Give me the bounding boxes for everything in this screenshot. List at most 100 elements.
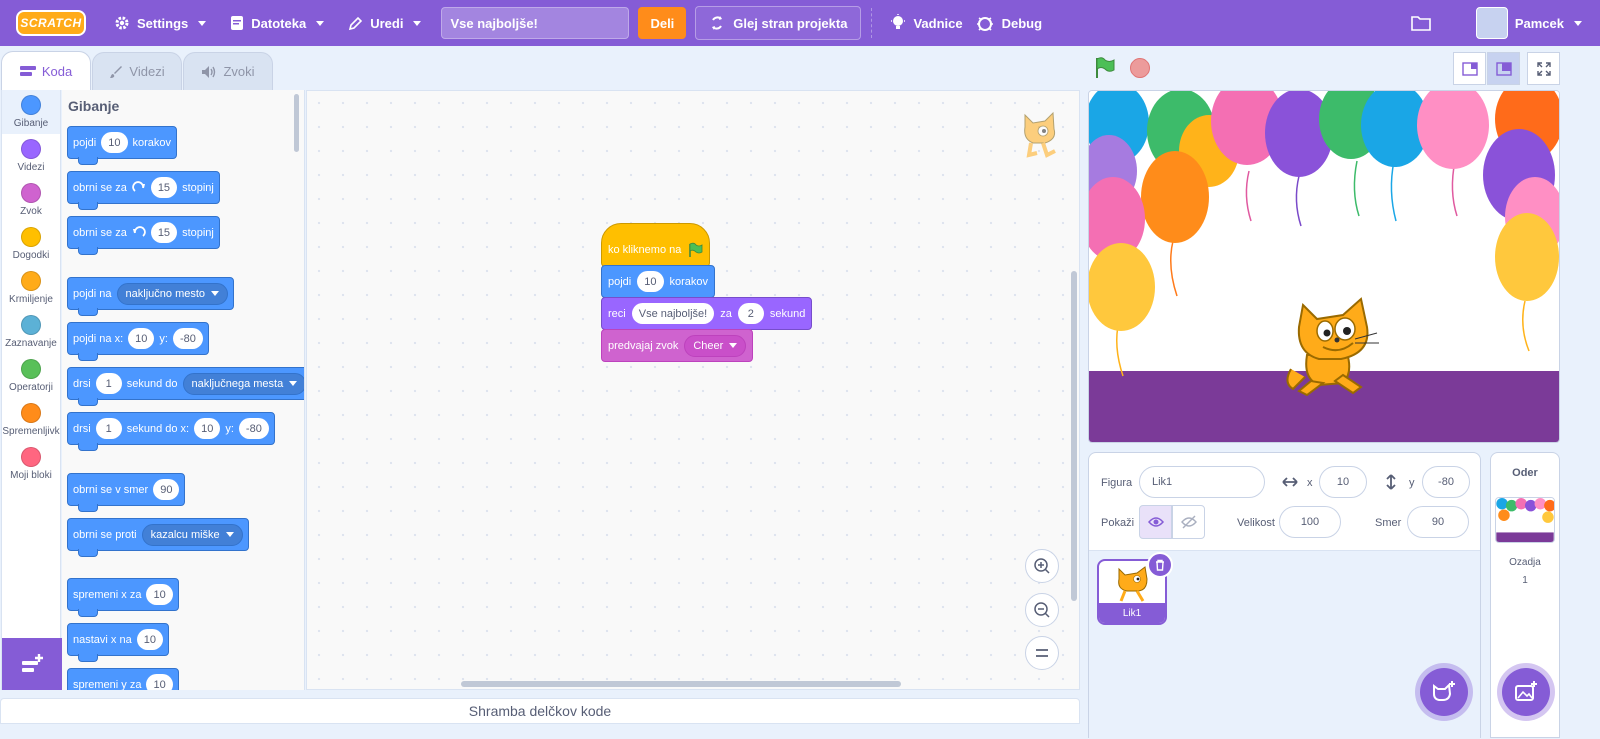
x-position-value: 10 (1336, 476, 1350, 488)
block-input[interactable]: 10 (637, 271, 664, 292)
my-stuff-button[interactable] (1398, 0, 1444, 46)
block-text: y: (159, 332, 168, 345)
block-move-steps[interactable]: pojdi 10 korakov (601, 265, 716, 298)
category-sensing[interactable]: Zaznavanje (2, 310, 60, 354)
category-looks[interactable]: Videzi (2, 134, 60, 178)
project-title-input[interactable] (441, 7, 630, 39)
share-button[interactable]: Deli (638, 7, 687, 39)
add-backdrop-button[interactable] (1502, 668, 1550, 716)
category-operators[interactable]: Operatorji (2, 354, 60, 398)
block-text: obrni se za (73, 181, 127, 194)
account-menu[interactable]: Pamcek (1464, 0, 1594, 46)
block-input[interactable]: Vse najboljše! (631, 303, 715, 324)
stop-button[interactable] (1130, 58, 1150, 78)
dropdown-value: naključnega mesta (191, 377, 284, 390)
block-input[interactable]: 10 (194, 418, 221, 439)
backpack-bar[interactable]: Shramba delčkov kode (0, 698, 1080, 724)
direction-field[interactable]: 90 (1407, 506, 1469, 538)
tutorials-menu[interactable]: Vadnice (878, 0, 974, 46)
show-sprite-button[interactable] (1139, 505, 1172, 539)
hide-sprite-button[interactable] (1172, 505, 1205, 539)
category-my-blocks[interactable]: Moji bloki (2, 442, 60, 486)
block-go-to[interactable]: pojdi na naključno mesto (67, 277, 235, 316)
block-glide-to-xy[interactable]: drsi 1 sekund do x: 10 y: -80 (67, 412, 275, 451)
block-set-x[interactable]: nastavi x na 10 (67, 623, 169, 662)
category-label: Zaznavanje (5, 338, 57, 349)
size-field[interactable]: 100 (1279, 506, 1341, 538)
palette-scrollbar[interactable] (294, 94, 299, 152)
block-input[interactable]: 1 (95, 418, 122, 439)
category-motion[interactable]: Gibanje (2, 90, 60, 134)
block-input[interactable]: 90 (153, 479, 180, 500)
category-dot-icon (21, 403, 41, 423)
block-dropdown[interactable]: kazalcu miške (141, 523, 243, 546)
stage-panel-title: Oder (1512, 467, 1538, 479)
edit-menu[interactable]: Uredi (336, 0, 433, 46)
fullscreen-button[interactable] (1527, 52, 1560, 85)
stage-canvas[interactable] (1088, 90, 1560, 443)
block-say-for-secs[interactable]: reci Vse najboljše! za 2 sekund (601, 297, 813, 330)
dropdown-value: kazalcu miške (150, 528, 220, 541)
block-turn-left[interactable]: obrni se za 15 stopinj (67, 216, 220, 255)
small-stage-button[interactable] (1453, 52, 1486, 85)
rotate-left-icon (132, 225, 146, 237)
normal-stage-button[interactable] (1487, 52, 1520, 85)
category-control[interactable]: Krmiljenje (2, 266, 60, 310)
tab-costumes[interactable]: Videzi (92, 52, 182, 90)
block-dropdown[interactable]: Cheer (684, 334, 747, 357)
block-text: pojdi na x: (73, 332, 124, 345)
block-go-to-xy[interactable]: pojdi na x: 10 y: -80 (67, 322, 209, 361)
block-move-steps[interactable]: pojdi 10 korakov (67, 126, 178, 165)
sprite-list: Lik1 (1089, 551, 1480, 739)
block-input[interactable]: 10 (146, 674, 173, 690)
block-turn-right[interactable]: obrni se za 15 stopinj (67, 171, 220, 210)
block-glide-to[interactable]: drsi 1 sekund do naključnega mesta (67, 367, 304, 406)
stage-selector[interactable]: Oder Ozadja 1 (1490, 452, 1560, 738)
x-position-field[interactable]: 10 (1319, 466, 1367, 498)
sprite-name-field[interactable]: Lik1 (1139, 466, 1265, 498)
zoom-reset-button[interactable] (1025, 636, 1059, 670)
cat-sprite[interactable] (1283, 293, 1383, 397)
block-play-sound[interactable]: predvajaj zvok Cheer (601, 329, 754, 362)
script-workspace[interactable]: ko kliknemo na pojdi 10 korakov reci Vse na… (306, 90, 1080, 690)
block-input[interactable]: 1 (95, 373, 122, 394)
block-text: sekund do (126, 377, 178, 390)
block-dropdown[interactable]: naključnega mesta (182, 372, 304, 395)
block-point-towards[interactable]: obrni se proti kazalcu miške (67, 518, 249, 557)
category-variables[interactable]: Spremenljivk (2, 398, 60, 442)
zoom-in-button[interactable] (1025, 549, 1059, 583)
category-label: Operatorji (9, 382, 53, 393)
green-flag-button[interactable] (1092, 55, 1118, 81)
block-input[interactable]: 10 (128, 328, 155, 349)
block-change-y[interactable]: spremeni y za 10 (67, 668, 179, 690)
block-input[interactable]: 15 (150, 177, 178, 198)
debug-menu[interactable]: Debug (975, 0, 1054, 46)
workspace-vertical-scrollbar[interactable] (1071, 271, 1077, 601)
add-extension-button[interactable] (2, 638, 62, 690)
block-input[interactable]: 10 (101, 132, 128, 153)
block-input[interactable]: -80 (172, 328, 203, 349)
block-text: predvajaj zvok (608, 339, 679, 352)
delete-sprite-button[interactable] (1147, 552, 1173, 578)
tab-code[interactable]: Koda (1, 51, 91, 90)
block-input[interactable]: 15 (150, 222, 178, 243)
tab-sounds[interactable]: Zvoki (183, 52, 273, 90)
block-point-direction[interactable]: obrni se v smer 90 (67, 473, 186, 512)
y-position-field[interactable]: -80 (1422, 466, 1470, 498)
workspace-horizontal-scrollbar[interactable] (461, 681, 901, 687)
block-when-flag-clicked[interactable]: ko kliknemo na (601, 223, 711, 267)
see-project-page-button[interactable]: Glej stran projekta (695, 6, 862, 40)
zoom-out-button[interactable] (1025, 593, 1059, 627)
settings-menu[interactable]: Settings (102, 0, 218, 46)
block-dropdown[interactable]: naključno mesto (116, 282, 229, 305)
scratch-logo[interactable]: SCRATCH (16, 10, 86, 36)
block-input[interactable]: 10 (146, 584, 173, 605)
category-events[interactable]: Dogodki (2, 222, 60, 266)
block-input[interactable]: -80 (238, 418, 269, 439)
add-sprite-button[interactable] (1420, 668, 1468, 716)
block-input[interactable]: 2 (737, 303, 764, 324)
file-menu[interactable]: Datoteka (218, 0, 336, 46)
block-change-x[interactable]: spremeni x za 10 (67, 578, 179, 617)
block-input[interactable]: 10 (136, 629, 163, 650)
category-sound[interactable]: Zvok (2, 178, 60, 222)
